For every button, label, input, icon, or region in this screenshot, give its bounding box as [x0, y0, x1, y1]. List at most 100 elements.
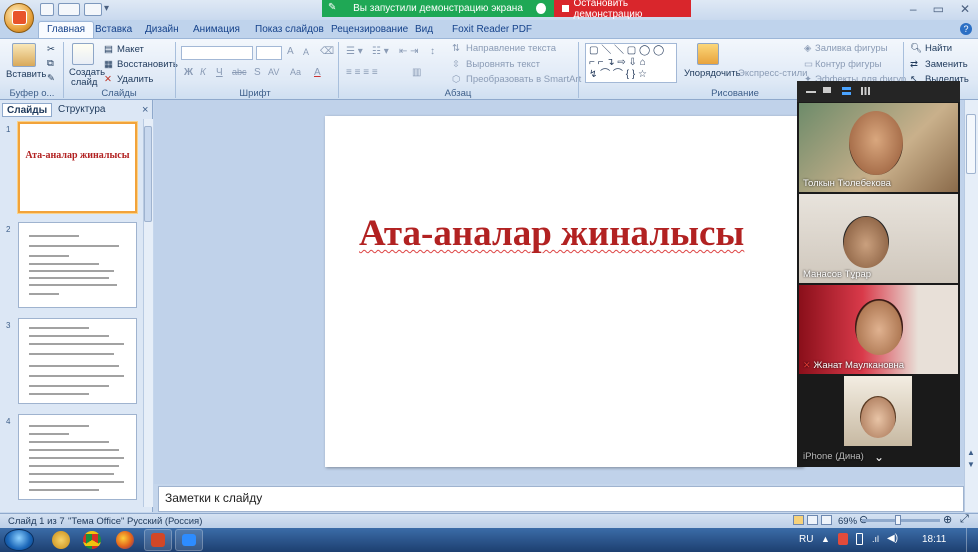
video-tile[interactable]: Манасов Тұрар: [799, 194, 958, 283]
battery-icon[interactable]: [856, 533, 863, 545]
fill-icon[interactable]: ◈: [804, 43, 811, 54]
text-direction-button[interactable]: Направление текста: [466, 43, 556, 54]
find-icon[interactable]: 🔍︎: [910, 43, 922, 54]
zoom-level[interactable]: 69%: [838, 516, 857, 527]
replace-icon[interactable]: ⇄: [910, 59, 918, 70]
restore-button[interactable]: ▭: [933, 2, 944, 18]
grid-view-icon[interactable]: [861, 87, 870, 95]
smartart-icon[interactable]: ⬡: [452, 74, 460, 85]
shrink-font-button[interactable]: A: [303, 47, 309, 57]
shape-outline-button[interactable]: Контур фигуры: [815, 59, 881, 70]
slide-thumb-1[interactable]: Ата-аналар жиналысы: [18, 122, 137, 213]
video-tile[interactable]: ✕ Жанат Маулкановна: [799, 285, 958, 374]
paste-button[interactable]: Вставить: [6, 69, 46, 80]
arrange-icon[interactable]: [697, 43, 719, 65]
network-icon[interactable]: .ıl: [872, 534, 879, 544]
reset-button[interactable]: Восстановить: [117, 59, 178, 70]
zoom-taskbar-button[interactable]: [175, 529, 203, 551]
slide[interactable]: Ата-аналар жиналысы: [325, 116, 803, 467]
qat-customize-icon[interactable]: ▾: [104, 3, 109, 14]
shape-fill-button[interactable]: Заливка фигуры: [815, 43, 888, 54]
layout-icon[interactable]: ▤: [104, 44, 113, 55]
chrome-icon[interactable]: [83, 531, 101, 549]
strip-view-icon[interactable]: [842, 87, 851, 95]
italic-button[interactable]: К: [200, 67, 206, 78]
tab-slides[interactable]: Слайды: [2, 103, 53, 117]
clock[interactable]: 18:11: [922, 534, 946, 545]
notes-field[interactable]: Заметки к слайду: [158, 486, 964, 512]
align-text-button[interactable]: Выровнять текст: [466, 59, 540, 70]
panel-close-button[interactable]: ×: [142, 104, 148, 116]
minimize-video-icon[interactable]: [806, 91, 816, 93]
replace-button[interactable]: Заменить: [925, 59, 968, 70]
sorter-view-icon[interactable]: [807, 515, 818, 525]
save-icon[interactable]: [40, 3, 54, 16]
tab-slideshow[interactable]: Показ слайдов: [255, 22, 324, 38]
normal-view-icon[interactable]: [793, 515, 804, 525]
new-slide-icon[interactable]: [72, 43, 94, 65]
grow-font-button[interactable]: A: [287, 46, 294, 57]
smartart-button[interactable]: Преобразовать в SmartArt: [466, 74, 581, 85]
arrange-button[interactable]: Упорядочить: [684, 68, 741, 79]
reset-icon[interactable]: ▦: [104, 59, 113, 70]
powerpoint-taskbar-button[interactable]: [144, 529, 172, 551]
tab-view[interactable]: Вид: [415, 22, 433, 38]
delete-button[interactable]: Удалить: [117, 74, 153, 85]
slideshow-view-icon[interactable]: [821, 515, 832, 525]
firefox-icon[interactable]: [116, 531, 134, 549]
zoom-slider[interactable]: [862, 519, 940, 522]
strikethrough-button[interactable]: abc: [232, 67, 247, 77]
redo-icon[interactable]: [84, 3, 102, 16]
tab-design[interactable]: Дизайн: [145, 22, 179, 38]
flag-icon[interactable]: [838, 533, 848, 545]
slide-thumb-4[interactable]: [18, 414, 137, 500]
shadow-button[interactable]: S: [254, 67, 261, 78]
tab-home[interactable]: Главная: [38, 21, 95, 39]
bullets-icon[interactable]: ☰ ▾: [346, 46, 363, 57]
tab-review[interactable]: Рецензирование: [331, 22, 408, 38]
format-painter-icon[interactable]: ✎: [47, 73, 55, 84]
speaker-view-icon[interactable]: [823, 87, 831, 93]
indent-icon[interactable]: ⇤ ⇥: [399, 46, 419, 57]
volume-icon[interactable]: ◀): [887, 533, 898, 544]
office-button[interactable]: [4, 3, 34, 33]
text-direction-icon[interactable]: ⇅: [452, 43, 460, 54]
layout-button[interactable]: Макет: [117, 44, 144, 55]
language-indicator[interactable]: Русский (Россия): [127, 516, 202, 527]
font-size-combo[interactable]: [256, 46, 282, 60]
media-player-icon[interactable]: [52, 531, 70, 549]
start-button[interactable]: [4, 529, 34, 551]
clear-format-icon[interactable]: ⌫: [320, 46, 334, 57]
paste-icon[interactable]: [12, 43, 36, 67]
align-icons[interactable]: ≡ ≡ ≡ ≡: [346, 67, 378, 78]
prev-slide-icon[interactable]: ▲: [967, 448, 975, 457]
stop-share-button[interactable]: Остановить демонстрацию: [554, 0, 691, 20]
bold-button[interactable]: Ж: [184, 67, 193, 78]
font-color-button[interactable]: A: [314, 67, 321, 78]
copy-icon[interactable]: ⧉: [47, 58, 54, 69]
close-button[interactable]: ✕: [960, 2, 970, 18]
fit-to-window-icon[interactable]: ⤢: [960, 513, 969, 526]
tab-outline[interactable]: Структура: [54, 103, 109, 117]
char-spacing-button[interactable]: AV: [268, 67, 279, 77]
zoom-slider-handle[interactable]: [895, 515, 901, 525]
change-case-button[interactable]: Aa: [290, 67, 301, 77]
help-icon[interactable]: ?: [960, 23, 972, 35]
minimize-button[interactable]: –: [910, 2, 917, 18]
panel-scrollbar-thumb[interactable]: [144, 126, 152, 222]
quick-styles-button[interactable]: Экспресс-стили: [738, 68, 807, 79]
font-name-combo[interactable]: [181, 46, 253, 60]
tab-insert[interactable]: Вставка: [95, 22, 132, 38]
undo-icon[interactable]: [58, 3, 80, 16]
theme-name[interactable]: "Тема Office": [68, 516, 124, 527]
tray-expand-icon[interactable]: ▲: [821, 534, 830, 544]
find-button[interactable]: Найти: [925, 43, 952, 54]
columns-icon[interactable]: ▥: [412, 67, 421, 78]
delete-icon[interactable]: ✕: [104, 74, 112, 85]
shapes-gallery[interactable]: ▢ ＼ ＼ ▢ ◯ ◯ ⌐ ⌐ ↴ ⇨ ⇩ ⌂ ↯ ⌒ ⌒ { } ☆: [585, 43, 677, 83]
show-desktop-button[interactable]: [966, 528, 978, 552]
slide-thumb-2[interactable]: [18, 222, 137, 308]
pin-icon[interactable]: ✎: [328, 2, 336, 13]
input-language[interactable]: RU: [799, 534, 813, 545]
slide-thumb-3[interactable]: [18, 318, 137, 404]
